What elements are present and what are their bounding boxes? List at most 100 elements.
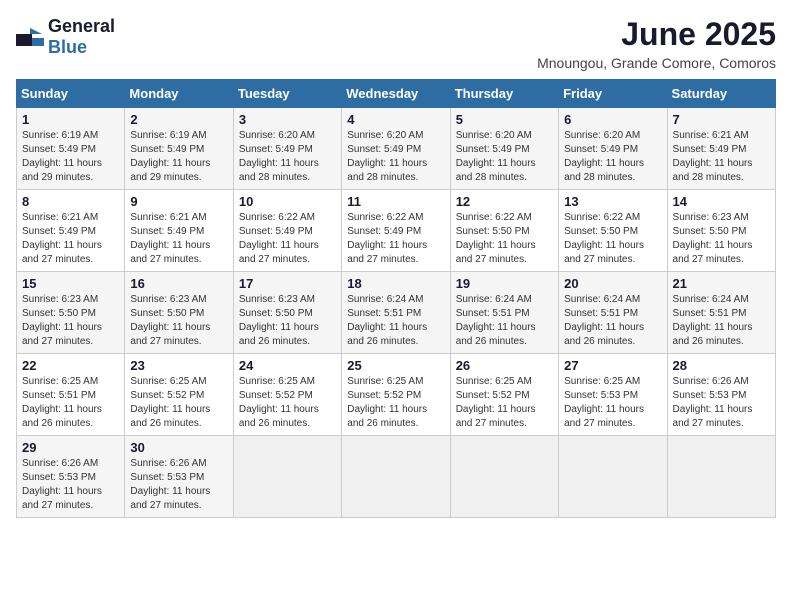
day-number: 13 (564, 194, 661, 209)
day-info: Sunrise: 6:22 AMSunset: 5:49 PMDaylight:… (347, 211, 444, 267)
day-number: 11 (347, 194, 444, 209)
calendar-cell: 21 Sunrise: 6:24 AMSunset: 5:51 PMDayligh… (667, 272, 775, 354)
day-number: 7 (673, 112, 770, 127)
day-info: Sunrise: 6:26 AMSunset: 5:53 PMDaylight:… (673, 375, 770, 431)
day-number: 21 (673, 276, 770, 291)
day-info: Sunrise: 6:25 AMSunset: 5:52 PMDaylight:… (347, 375, 444, 431)
day-info: Sunrise: 6:22 AMSunset: 5:50 PMDaylight:… (564, 211, 661, 267)
title-area: June 2025 Mnoungou, Grande Comore, Comor… (537, 16, 776, 71)
day-info: Sunrise: 6:25 AMSunset: 5:52 PMDaylight:… (130, 375, 227, 431)
day-info: Sunrise: 6:20 AMSunset: 5:49 PMDaylight:… (564, 129, 661, 185)
calendar-cell: 24 Sunrise: 6:25 AMSunset: 5:52 PMDayligh… (233, 354, 341, 436)
calendar-cell (667, 436, 775, 518)
day-info: Sunrise: 6:21 AMSunset: 5:49 PMDaylight:… (22, 211, 119, 267)
day-info: Sunrise: 6:24 AMSunset: 5:51 PMDaylight:… (564, 293, 661, 349)
day-number: 20 (564, 276, 661, 291)
calendar-header-row: SundayMondayTuesdayWednesdayThursdayFrid… (17, 80, 776, 108)
day-info: Sunrise: 6:19 AMSunset: 5:49 PMDaylight:… (130, 129, 227, 185)
calendar-cell: 30 Sunrise: 6:26 AMSunset: 5:53 PMDayligh… (125, 436, 233, 518)
calendar-cell: 26Sunrise: 6:25 AMSunset: 5:52 PMDayligh… (450, 354, 558, 436)
day-number: 16 (130, 276, 227, 291)
day-number: 14 (673, 194, 770, 209)
day-number: 15 (22, 276, 119, 291)
calendar-header-thursday: Thursday (450, 80, 558, 108)
calendar-week-3: 15 Sunrise: 6:23 AMSunset: 5:50 PMDayligh… (17, 272, 776, 354)
logo-icon (16, 26, 44, 48)
calendar-cell: 28Sunrise: 6:26 AMSunset: 5:53 PMDayligh… (667, 354, 775, 436)
calendar-cell: 1Sunrise: 6:19 AMSunset: 5:49 PMDaylight… (17, 108, 125, 190)
day-info: Sunrise: 6:20 AMSunset: 5:49 PMDaylight:… (456, 129, 553, 185)
calendar-cell (342, 436, 450, 518)
day-number: 12 (456, 194, 553, 209)
day-number: 27 (564, 358, 661, 373)
calendar-week-4: 22Sunrise: 6:25 AMSunset: 5:51 PMDayligh… (17, 354, 776, 436)
day-info: Sunrise: 6:24 AMSunset: 5:51 PMDaylight:… (347, 293, 444, 349)
calendar-cell: 18Sunrise: 6:24 AMSunset: 5:51 PMDayligh… (342, 272, 450, 354)
calendar-cell: 17Sunrise: 6:23 AMSunset: 5:50 PMDayligh… (233, 272, 341, 354)
day-info: Sunrise: 6:20 AMSunset: 5:49 PMDaylight:… (239, 129, 336, 185)
calendar-cell: 29 Sunrise: 6:26 AMSunset: 5:53 PMDayligh… (17, 436, 125, 518)
day-number: 26 (456, 358, 553, 373)
day-number: 25 (347, 358, 444, 373)
day-number: 2 (130, 112, 227, 127)
day-info: Sunrise: 6:25 AMSunset: 5:52 PMDaylight:… (239, 375, 336, 431)
calendar-cell (559, 436, 667, 518)
day-number: 19 (456, 276, 553, 291)
calendar-cell: 7 Sunrise: 6:21 AMSunset: 5:49 PMDaylight… (667, 108, 775, 190)
logo: General Blue (16, 16, 115, 58)
day-number: 5 (456, 112, 553, 127)
calendar-cell: 6 Sunrise: 6:20 AMSunset: 5:49 PMDaylight… (559, 108, 667, 190)
day-number: 3 (239, 112, 336, 127)
day-info: Sunrise: 6:25 AMSunset: 5:51 PMDaylight:… (22, 375, 119, 431)
day-number: 24 (239, 358, 336, 373)
day-info: Sunrise: 6:24 AMSunset: 5:51 PMDaylight:… (456, 293, 553, 349)
calendar-cell: 14Sunrise: 6:23 AMSunset: 5:50 PMDayligh… (667, 190, 775, 272)
calendar-cell: 2 Sunrise: 6:19 AMSunset: 5:49 PMDaylight… (125, 108, 233, 190)
day-info: Sunrise: 6:20 AMSunset: 5:49 PMDaylight:… (347, 129, 444, 185)
day-info: Sunrise: 6:22 AMSunset: 5:49 PMDaylight:… (239, 211, 336, 267)
calendar-week-5: 29 Sunrise: 6:26 AMSunset: 5:53 PMDayligh… (17, 436, 776, 518)
calendar-header-sunday: Sunday (17, 80, 125, 108)
day-number: 1 (22, 112, 119, 127)
calendar-cell: 16 Sunrise: 6:23 AMSunset: 5:50 PMDayligh… (125, 272, 233, 354)
day-number: 8 (22, 194, 119, 209)
day-info: Sunrise: 6:22 AMSunset: 5:50 PMDaylight:… (456, 211, 553, 267)
day-info: Sunrise: 6:23 AMSunset: 5:50 PMDaylight:… (239, 293, 336, 349)
day-number: 4 (347, 112, 444, 127)
calendar-cell: 11 Sunrise: 6:22 AMSunset: 5:49 PMDayligh… (342, 190, 450, 272)
calendar-cell: 22Sunrise: 6:25 AMSunset: 5:51 PMDayligh… (17, 354, 125, 436)
day-info: Sunrise: 6:21 AMSunset: 5:49 PMDaylight:… (673, 129, 770, 185)
calendar-cell: 20 Sunrise: 6:24 AMSunset: 5:51 PMDayligh… (559, 272, 667, 354)
day-info: Sunrise: 6:23 AMSunset: 5:50 PMDaylight:… (130, 293, 227, 349)
month-title: June 2025 (537, 16, 776, 53)
day-number: 6 (564, 112, 661, 127)
logo-general: General (48, 16, 115, 36)
day-number: 9 (130, 194, 227, 209)
day-info: Sunrise: 6:24 AMSunset: 5:51 PMDaylight:… (673, 293, 770, 349)
calendar-cell: 4 Sunrise: 6:20 AMSunset: 5:49 PMDaylight… (342, 108, 450, 190)
day-number: 30 (130, 440, 227, 455)
day-info: Sunrise: 6:26 AMSunset: 5:53 PMDaylight:… (22, 457, 119, 513)
day-number: 23 (130, 358, 227, 373)
calendar-cell: 13 Sunrise: 6:22 AMSunset: 5:50 PMDayligh… (559, 190, 667, 272)
day-number: 29 (22, 440, 119, 455)
calendar-cell (233, 436, 341, 518)
page-header: General Blue June 2025 Mnoungou, Grande … (16, 16, 776, 71)
location-subtitle: Mnoungou, Grande Comore, Comoros (537, 55, 776, 71)
calendar-week-1: 1 Sunrise: 6:19 AMSunset: 5:49 PMDaylight… (17, 108, 776, 190)
calendar-header-friday: Friday (559, 80, 667, 108)
calendar-header-wednesday: Wednesday (342, 80, 450, 108)
calendar-cell: 5 Sunrise: 6:20 AMSunset: 5:49 PMDaylight… (450, 108, 558, 190)
calendar-cell: 10Sunrise: 6:22 AMSunset: 5:49 PMDayligh… (233, 190, 341, 272)
logo-blue: Blue (48, 37, 87, 57)
calendar-cell: 9Sunrise: 6:21 AMSunset: 5:49 PMDaylight… (125, 190, 233, 272)
calendar-cell: 27 Sunrise: 6:25 AMSunset: 5:53 PMDayligh… (559, 354, 667, 436)
calendar-table: SundayMondayTuesdayWednesdayThursdayFrid… (16, 79, 776, 518)
calendar-header-tuesday: Tuesday (233, 80, 341, 108)
calendar-cell: 19 Sunrise: 6:24 AMSunset: 5:51 PMDayligh… (450, 272, 558, 354)
day-info: Sunrise: 6:25 AMSunset: 5:53 PMDaylight:… (564, 375, 661, 431)
logo-text: General Blue (48, 16, 115, 58)
day-info: Sunrise: 6:26 AMSunset: 5:53 PMDaylight:… (130, 457, 227, 513)
calendar-cell: 12 Sunrise: 6:22 AMSunset: 5:50 PMDayligh… (450, 190, 558, 272)
calendar-cell (450, 436, 558, 518)
